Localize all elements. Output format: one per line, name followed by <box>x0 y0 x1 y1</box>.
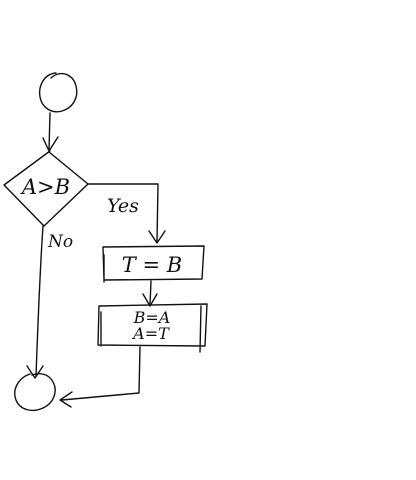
flowchart-canvas: A>B Yes No T = B B=A A=T <box>3 72 208 412</box>
no-branch-line <box>35 225 44 377</box>
end-terminal <box>14 373 56 412</box>
assign-line2-label: A=T <box>131 324 170 343</box>
arrow-start-to-decision-head <box>42 136 59 152</box>
arrow-swap-to-assign <box>149 280 152 306</box>
return-line <box>61 346 141 401</box>
no-branch-arrowhead <box>26 365 44 379</box>
arrow-start-to-decision <box>48 112 51 151</box>
decision-label: A>B <box>20 175 70 199</box>
start-terminal <box>38 72 78 113</box>
swap-step-label: T = B <box>122 253 182 277</box>
no-label: No <box>47 232 73 252</box>
yes-label: Yes <box>107 195 139 217</box>
